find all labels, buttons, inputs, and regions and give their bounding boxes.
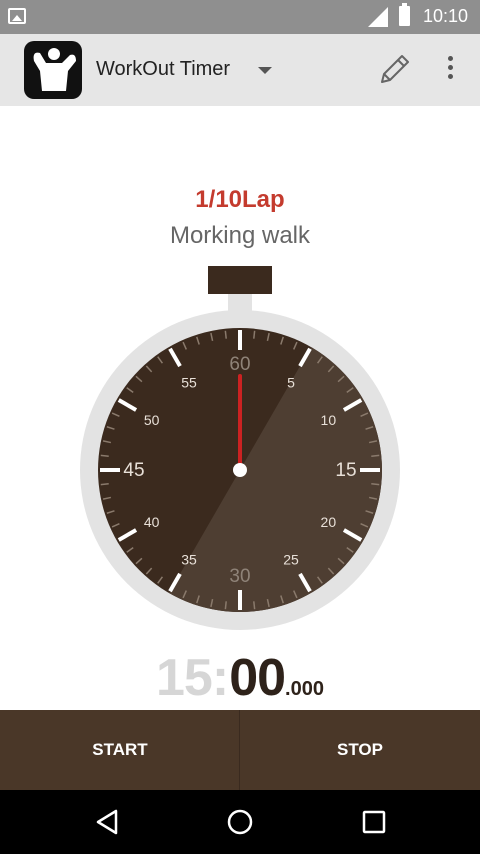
battery-icon xyxy=(399,3,410,26)
app-bar: WorkOut Timer xyxy=(0,34,480,106)
time-seconds: 00 xyxy=(229,649,286,707)
signal-icon xyxy=(368,7,388,27)
time-colon: : xyxy=(211,649,230,707)
status-bar: 10:10 xyxy=(0,0,480,34)
minor-tick xyxy=(371,483,380,486)
dial-label-40: 40 xyxy=(144,514,160,530)
recent-apps-icon[interactable] xyxy=(360,808,388,836)
stop-button[interactable]: STOP xyxy=(240,710,480,790)
dial-label-55: 55 xyxy=(181,375,197,391)
minor-tick xyxy=(253,601,256,610)
stopwatch-dial: 60 5 10 15 20 25 30 35 40 45 50 55 xyxy=(80,266,400,630)
minor-tick xyxy=(224,330,227,339)
dial-label-5: 5 xyxy=(287,375,295,391)
image-notification-icon xyxy=(8,8,26,24)
exercise-name: Morking walk xyxy=(169,222,311,249)
back-icon[interactable] xyxy=(94,808,122,836)
control-bar: START STOP xyxy=(0,710,480,790)
dial-label-35: 35 xyxy=(181,551,197,567)
dropdown-arrow-icon[interactable] xyxy=(258,67,272,74)
home-icon[interactable] xyxy=(226,808,254,836)
pencil-icon[interactable] xyxy=(376,52,412,88)
time-display: 15:00.000 xyxy=(0,648,480,708)
start-button[interactable]: START xyxy=(0,710,240,790)
dial-label-15: 15 xyxy=(335,460,356,481)
dial-label-30: 30 xyxy=(229,566,250,587)
minor-tick xyxy=(371,454,380,457)
minor-tick xyxy=(100,483,109,486)
minor-tick xyxy=(100,454,109,457)
hand-pivot xyxy=(233,463,247,477)
time-minutes: 15 xyxy=(156,649,213,707)
app-logo-icon[interactable] xyxy=(24,41,82,99)
app-title[interactable]: WorkOut Timer xyxy=(96,58,230,81)
dial-label-50: 50 xyxy=(144,412,160,428)
dial-label-45: 45 xyxy=(123,460,144,481)
dial-label-25: 25 xyxy=(283,551,299,567)
dial-label-20: 20 xyxy=(321,514,337,530)
dial-label-10: 10 xyxy=(321,412,337,428)
time-milliseconds: .000 xyxy=(285,678,324,700)
minor-tick xyxy=(224,601,227,610)
lap-counter: 1/10Lap xyxy=(195,186,285,213)
status-time: 10:10 xyxy=(423,6,469,26)
more-options-icon[interactable] xyxy=(444,56,456,84)
dial-label-60: 60 xyxy=(229,354,250,375)
navigation-bar xyxy=(0,790,480,854)
minor-tick xyxy=(253,330,256,339)
stopwatch-crown xyxy=(208,266,272,294)
